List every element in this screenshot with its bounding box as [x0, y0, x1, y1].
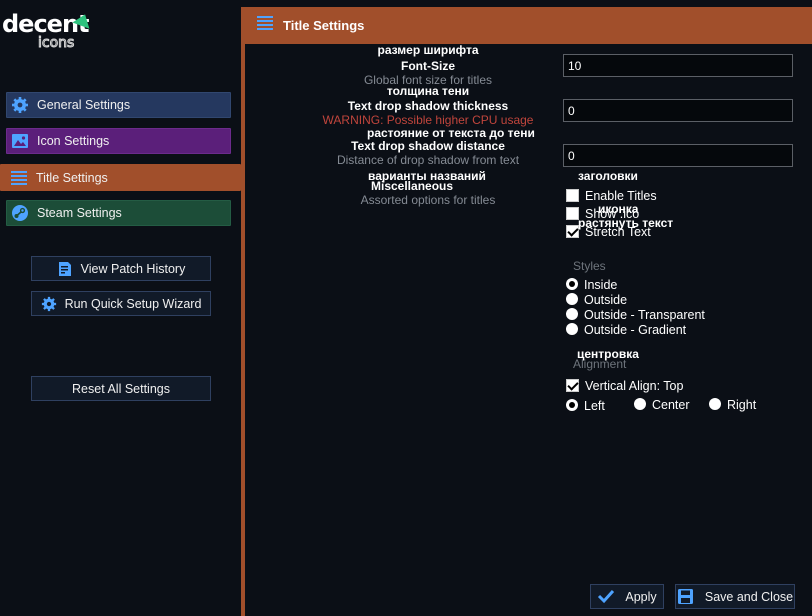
stretch-text-checkbox[interactable] [566, 225, 579, 238]
floppy-disk-icon [677, 588, 695, 606]
style-outside-transparent-radio[interactable] [566, 308, 578, 320]
shadow-thickness-input[interactable] [563, 99, 793, 122]
app-window: decent icons General Settings Icon Setti… [0, 0, 812, 616]
logo-text-sub: icons [37, 35, 75, 52]
shadow-distance-label: Text drop shadow distance [351, 139, 505, 153]
font-size-ru-label: размер ширифта [377, 43, 479, 57]
sidebar-item-label: Title Settings [36, 170, 108, 185]
stretch-text-label: Stretch Text [585, 225, 651, 239]
align-left-radio[interactable] [566, 399, 578, 411]
sidebar-item-general-settings[interactable]: General Settings [6, 92, 231, 118]
font-size-label: Font-Size [401, 59, 455, 73]
misc-label: Miscellaneous [371, 179, 454, 193]
sidebar-item-icon-settings[interactable]: Icon Settings [6, 128, 231, 154]
titles-ru-label: заголовки [578, 169, 638, 183]
vertical-align-label: Vertical Align: Top [585, 379, 684, 393]
shadow-distance-description: Distance of drop shadow from text [336, 153, 520, 167]
sidebar-item-label: Steam Settings [37, 206, 122, 220]
shadow-thickness-ru-label: толщина тени [386, 84, 470, 98]
align-right-radio[interactable] [709, 398, 721, 410]
checkmark-icon [597, 588, 615, 606]
page-title: Title Settings [283, 18, 365, 33]
main-header: Title Settings [245, 7, 812, 44]
save-and-close-label: Save and Close [704, 589, 794, 604]
apply-label: Apply [625, 589, 657, 604]
style-outside-radio[interactable] [566, 293, 578, 305]
save-and-close-button[interactable]: Save and Close [675, 584, 795, 609]
style-outside-gradient-label: Outside - Gradient [584, 323, 687, 337]
vertical-align-checkbox[interactable] [566, 379, 579, 392]
apply-button[interactable]: Apply [590, 584, 664, 609]
sidebar-item-label: Icon Settings [37, 134, 110, 148]
styles-group-label: Styles [573, 259, 606, 273]
align-left-label: Left [584, 399, 605, 413]
style-outside-label: Outside [584, 293, 628, 307]
reset-all-settings-label: Reset All Settings [72, 381, 170, 396]
document-icon [57, 261, 73, 277]
run-quick-setup-wizard-button[interactable]: Run Quick Setup Wizard [31, 291, 211, 316]
gear-icon [41, 296, 57, 312]
shadow-thickness-label: Text drop shadow thickness [347, 99, 509, 113]
shadow-thickness-warning: WARNING: Possible higher CPU usage [322, 113, 534, 127]
misc-description: Assorted options for titles [360, 193, 496, 207]
image-icon [11, 132, 29, 150]
style-inside-radio[interactable] [566, 278, 578, 290]
sidebar: decent icons General Settings Icon Setti… [0, 0, 241, 616]
view-patch-history-button[interactable]: View Patch History [31, 256, 211, 281]
align-center-radio[interactable] [634, 398, 646, 410]
shadow-distance-input[interactable] [563, 144, 793, 167]
font-size-input[interactable] [563, 54, 793, 77]
align-center-label: Center [652, 398, 690, 412]
lines-icon [10, 169, 28, 187]
steam-icon [11, 204, 29, 222]
lines-icon [257, 16, 273, 35]
enable-titles-checkbox[interactable] [566, 189, 579, 202]
sidebar-item-steam-settings[interactable]: Steam Settings [6, 200, 231, 226]
style-outside-transparent-label: Outside - Transparent [584, 308, 705, 322]
shadow-distance-ru-label: растояние от текста до тени [367, 126, 535, 140]
sidebar-item-label: General Settings [37, 98, 131, 112]
style-outside-gradient-radio[interactable] [566, 323, 578, 335]
sidebar-item-title-settings[interactable]: Title Settings [0, 164, 241, 191]
view-patch-history-label: View Patch History [80, 261, 186, 276]
gear-icon [11, 96, 29, 114]
alignment-group-label: Alignment [573, 357, 627, 371]
align-right-label: Right [727, 398, 757, 412]
style-inside-label: Inside [584, 278, 618, 292]
reset-all-settings-button[interactable]: Reset All Settings [31, 376, 211, 401]
run-quick-setup-wizard-label: Run Quick Setup Wizard [64, 296, 202, 311]
enable-titles-label: Enable Titles [585, 189, 657, 203]
app-logo: decent icons [2, 10, 102, 54]
